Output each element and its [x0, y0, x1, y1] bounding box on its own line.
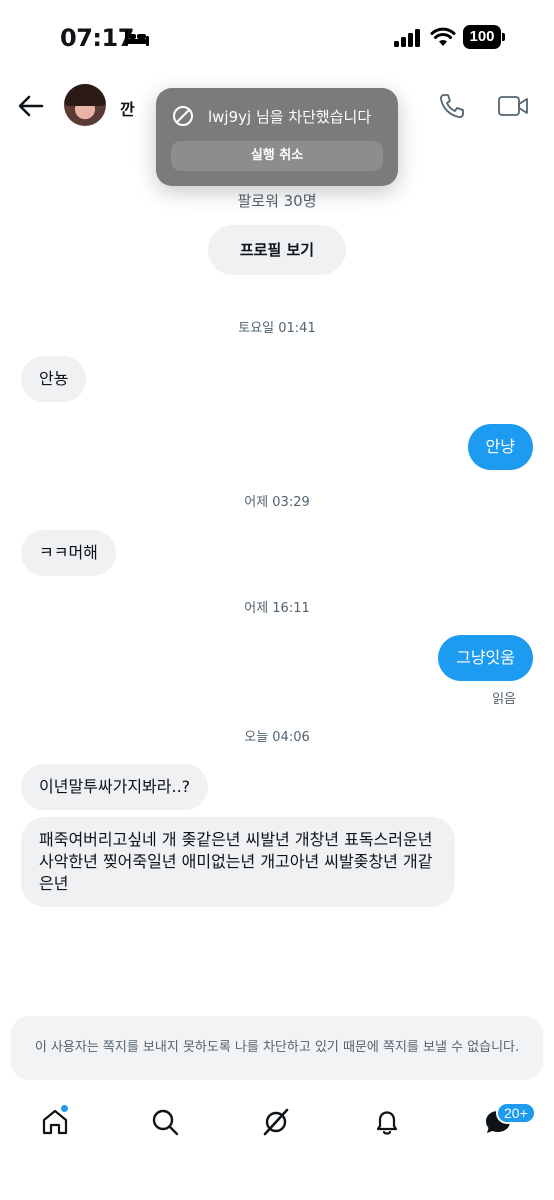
status-bar: 07:17 100 [0, 0, 554, 70]
battery-indicator: 100 [463, 25, 505, 49]
battery-cap [502, 33, 505, 41]
avatar-hair [64, 84, 106, 106]
battery-level: 100 [463, 25, 501, 49]
message-bubble-sent[interactable]: 그냥잇움 [438, 635, 533, 681]
message-bubble-received[interactable]: ㅋㅋ머해 [21, 530, 116, 576]
message-bubble-received[interactable]: 이년말투싸가지봐라..? [21, 764, 209, 810]
message-bubble-received[interactable]: 안뇽 [21, 356, 87, 402]
blocked-notice: 이 사용자는 쪽지를 보내지 못하도록 나를 차단하고 있기 때문에 쪽지를 보… [11, 1016, 543, 1080]
message-timestamp: 어제 03:29 [244, 495, 310, 510]
message-timestamp: 어제 16:11 [244, 601, 310, 616]
nav-search[interactable] [147, 1104, 183, 1140]
bed-icon [125, 30, 149, 46]
bottom-navigation: 20+ [0, 1090, 554, 1200]
toast-message: lwj9yj 님을 차단했습니다 [208, 108, 372, 126]
home-notification-dot [60, 1104, 69, 1113]
back-arrow-icon [18, 95, 44, 117]
avatar[interactable] [64, 84, 106, 126]
video-call-icon[interactable] [497, 92, 529, 120]
contact-name[interactable]: 깐 [120, 96, 135, 120]
message-bubble-sent[interactable]: 안냥 [467, 424, 533, 470]
bell-icon [376, 1111, 398, 1135]
nav-grok[interactable] [258, 1104, 294, 1140]
phone-icon[interactable] [438, 92, 466, 120]
wifi-icon [430, 27, 456, 46]
view-profile-button[interactable]: 프로필 보기 [208, 225, 346, 275]
grok-icon [263, 1108, 289, 1136]
blocked-toast: lwj9yj 님을 차단했습니다 실행 취소 [156, 88, 398, 186]
message-bubble-received[interactable]: 패죽여버리고싶네 개 좆같은년 씨발년 개창년 표독스러운년 사악한년 찢어죽일… [21, 817, 455, 907]
status-time: 07:17 [60, 24, 134, 52]
message-timestamp: 오늘 04:06 [244, 730, 310, 745]
followers-count: 팔로워 30명 [237, 192, 317, 210]
messages-badge: 20+ [496, 1102, 536, 1124]
block-icon [173, 106, 193, 126]
read-receipt: 읽음 [492, 692, 516, 707]
message-timestamp: 토요일 01:41 [238, 321, 316, 336]
undo-button[interactable]: 실행 취소 [171, 141, 383, 171]
search-icon [152, 1109, 179, 1136]
cellular-signal-icon [394, 29, 420, 47]
back-button[interactable] [14, 90, 48, 122]
nav-notifications[interactable] [369, 1104, 405, 1140]
